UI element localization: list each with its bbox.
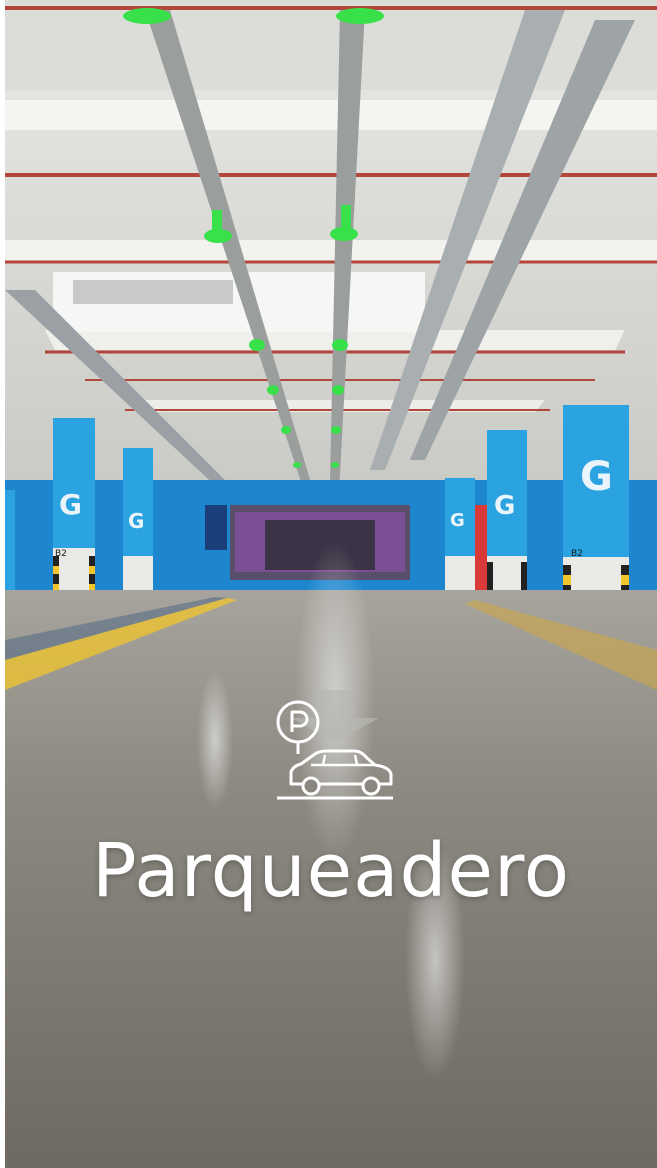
parking-car-icon	[276, 700, 393, 800]
parking-card[interactable]: G G G G G B2 B2 Parqueadero	[5, 0, 657, 1168]
card-overlay: Parqueadero	[5, 0, 657, 1168]
card-title: Parqueadero	[91, 828, 571, 914]
